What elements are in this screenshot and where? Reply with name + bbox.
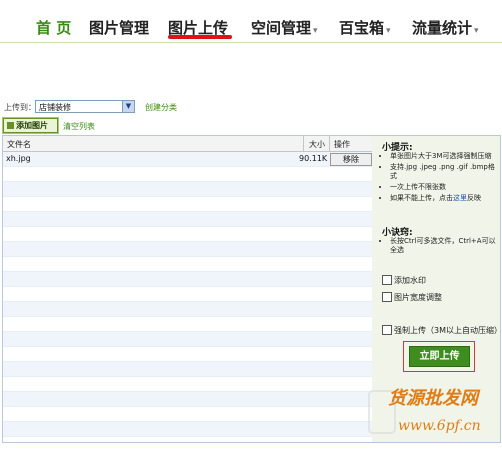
- nav-traffic-stats[interactable]: 流量统计 ▾: [412, 17, 479, 38]
- nav-stats-label: 流量统计: [412, 19, 473, 37]
- resize-width-label: 图片宽度调整: [394, 293, 442, 302]
- chevron-down-icon: ▾: [386, 26, 391, 36]
- upload-now-button[interactable]: 立即上传: [409, 346, 470, 367]
- watermark-text: 货源批发网: [388, 388, 478, 409]
- list-item: 单张图片大于3M可选择强制压缩: [390, 152, 496, 161]
- empty-row: [3, 227, 372, 242]
- feedback-link[interactable]: 这里: [453, 194, 467, 202]
- top-nav: 首 页 图片管理 图片上传 空间管理 ▾ 百宝箱 ▾ 流量统计 ▾: [0, 0, 502, 43]
- nav-space-management[interactable]: 空间管理 ▾: [251, 17, 318, 38]
- add-picture-button[interactable]: 添加图片: [2, 117, 59, 134]
- column-action: 操作: [334, 140, 350, 149]
- column-divider: [329, 136, 330, 151]
- checkbox-box[interactable]: [382, 292, 392, 302]
- clear-list-link[interactable]: 清空列表: [63, 121, 95, 132]
- empty-row: [3, 197, 372, 212]
- destination-selected: 店铺装修: [39, 103, 71, 112]
- chevron-down-icon: ▾: [313, 26, 318, 36]
- column-size: 大小: [309, 140, 325, 149]
- create-category-link[interactable]: 创建分类: [145, 102, 177, 113]
- tip-suffix: 反映: [467, 194, 481, 202]
- empty-row: [3, 302, 372, 317]
- empty-row: [3, 257, 372, 272]
- destination-label: 上传到：: [4, 103, 36, 112]
- column-divider: [303, 136, 304, 151]
- watermark-label: 添加水印: [394, 276, 426, 285]
- empty-row: [3, 317, 372, 332]
- upload-button-highlight: 立即上传: [403, 341, 475, 372]
- nav-picture-management[interactable]: 图片管理: [89, 17, 149, 38]
- chevron-down-icon[interactable]: ▼: [122, 101, 134, 112]
- file-list: 文件名 大小 操作 xh.jpg 90.11K 移除: [2, 135, 373, 443]
- destination-select[interactable]: 店铺装修 ▼: [35, 100, 135, 113]
- file-name: xh.jpg: [6, 154, 31, 163]
- add-picture-label: 添加图片: [16, 121, 48, 130]
- file-size: 90.11K: [299, 154, 328, 163]
- nav-space-label: 空间管理: [251, 19, 312, 37]
- checkbox-box[interactable]: [382, 325, 392, 335]
- empty-row: [3, 182, 372, 197]
- empty-row: [3, 407, 372, 422]
- nav-toolbox-label: 百宝箱: [339, 19, 385, 37]
- empty-row: [3, 377, 372, 392]
- empty-row: [3, 287, 372, 302]
- chevron-down-icon: ▾: [474, 26, 479, 36]
- empty-row: [3, 332, 372, 347]
- watermark-logo: 货源批发网 www.6pf.cn: [368, 380, 502, 449]
- nav-toolbox[interactable]: 百宝箱 ▾: [339, 17, 391, 38]
- empty-row: [3, 362, 372, 377]
- tip-prefix: 如果不能上传，点击: [390, 194, 453, 202]
- force-compress-label: 强制上传（3M以上自动压缩）: [394, 326, 502, 335]
- empty-row: [3, 167, 372, 182]
- nav-home[interactable]: 首 页: [36, 17, 71, 38]
- checkbox-box[interactable]: [382, 275, 392, 285]
- list-item: 支持.jpg .jpeg .png .gif .bmp格式: [390, 163, 496, 181]
- table-row: xh.jpg 90.11K 移除: [3, 152, 372, 167]
- table-header: 文件名 大小 操作: [3, 136, 372, 152]
- empty-row: [3, 212, 372, 227]
- tricks-list: 长按Ctrl可多选文件，Ctrl+A可以全选: [376, 237, 496, 257]
- empty-row: [3, 347, 372, 362]
- empty-row: [3, 392, 372, 407]
- list-item: 一次上传不限张数: [390, 183, 496, 192]
- remove-button[interactable]: 移除: [330, 153, 372, 166]
- list-item: 如果不能上传，点击这里反映: [390, 194, 496, 203]
- list-item: 长按Ctrl可多选文件，Ctrl+A可以全选: [390, 237, 496, 255]
- empty-row: [3, 272, 372, 287]
- column-filename: 文件名: [7, 140, 31, 149]
- active-tab-indicator: [168, 35, 232, 39]
- watermark-url: www.6pf.cn: [398, 418, 481, 434]
- empty-row: [3, 242, 372, 257]
- picture-icon: [7, 122, 14, 129]
- empty-row: [3, 422, 372, 437]
- table-body: xh.jpg 90.11K 移除: [3, 152, 372, 437]
- tips-list: 单张图片大于3M可选择强制压缩 支持.jpg .jpeg .png .gif .…: [376, 152, 496, 205]
